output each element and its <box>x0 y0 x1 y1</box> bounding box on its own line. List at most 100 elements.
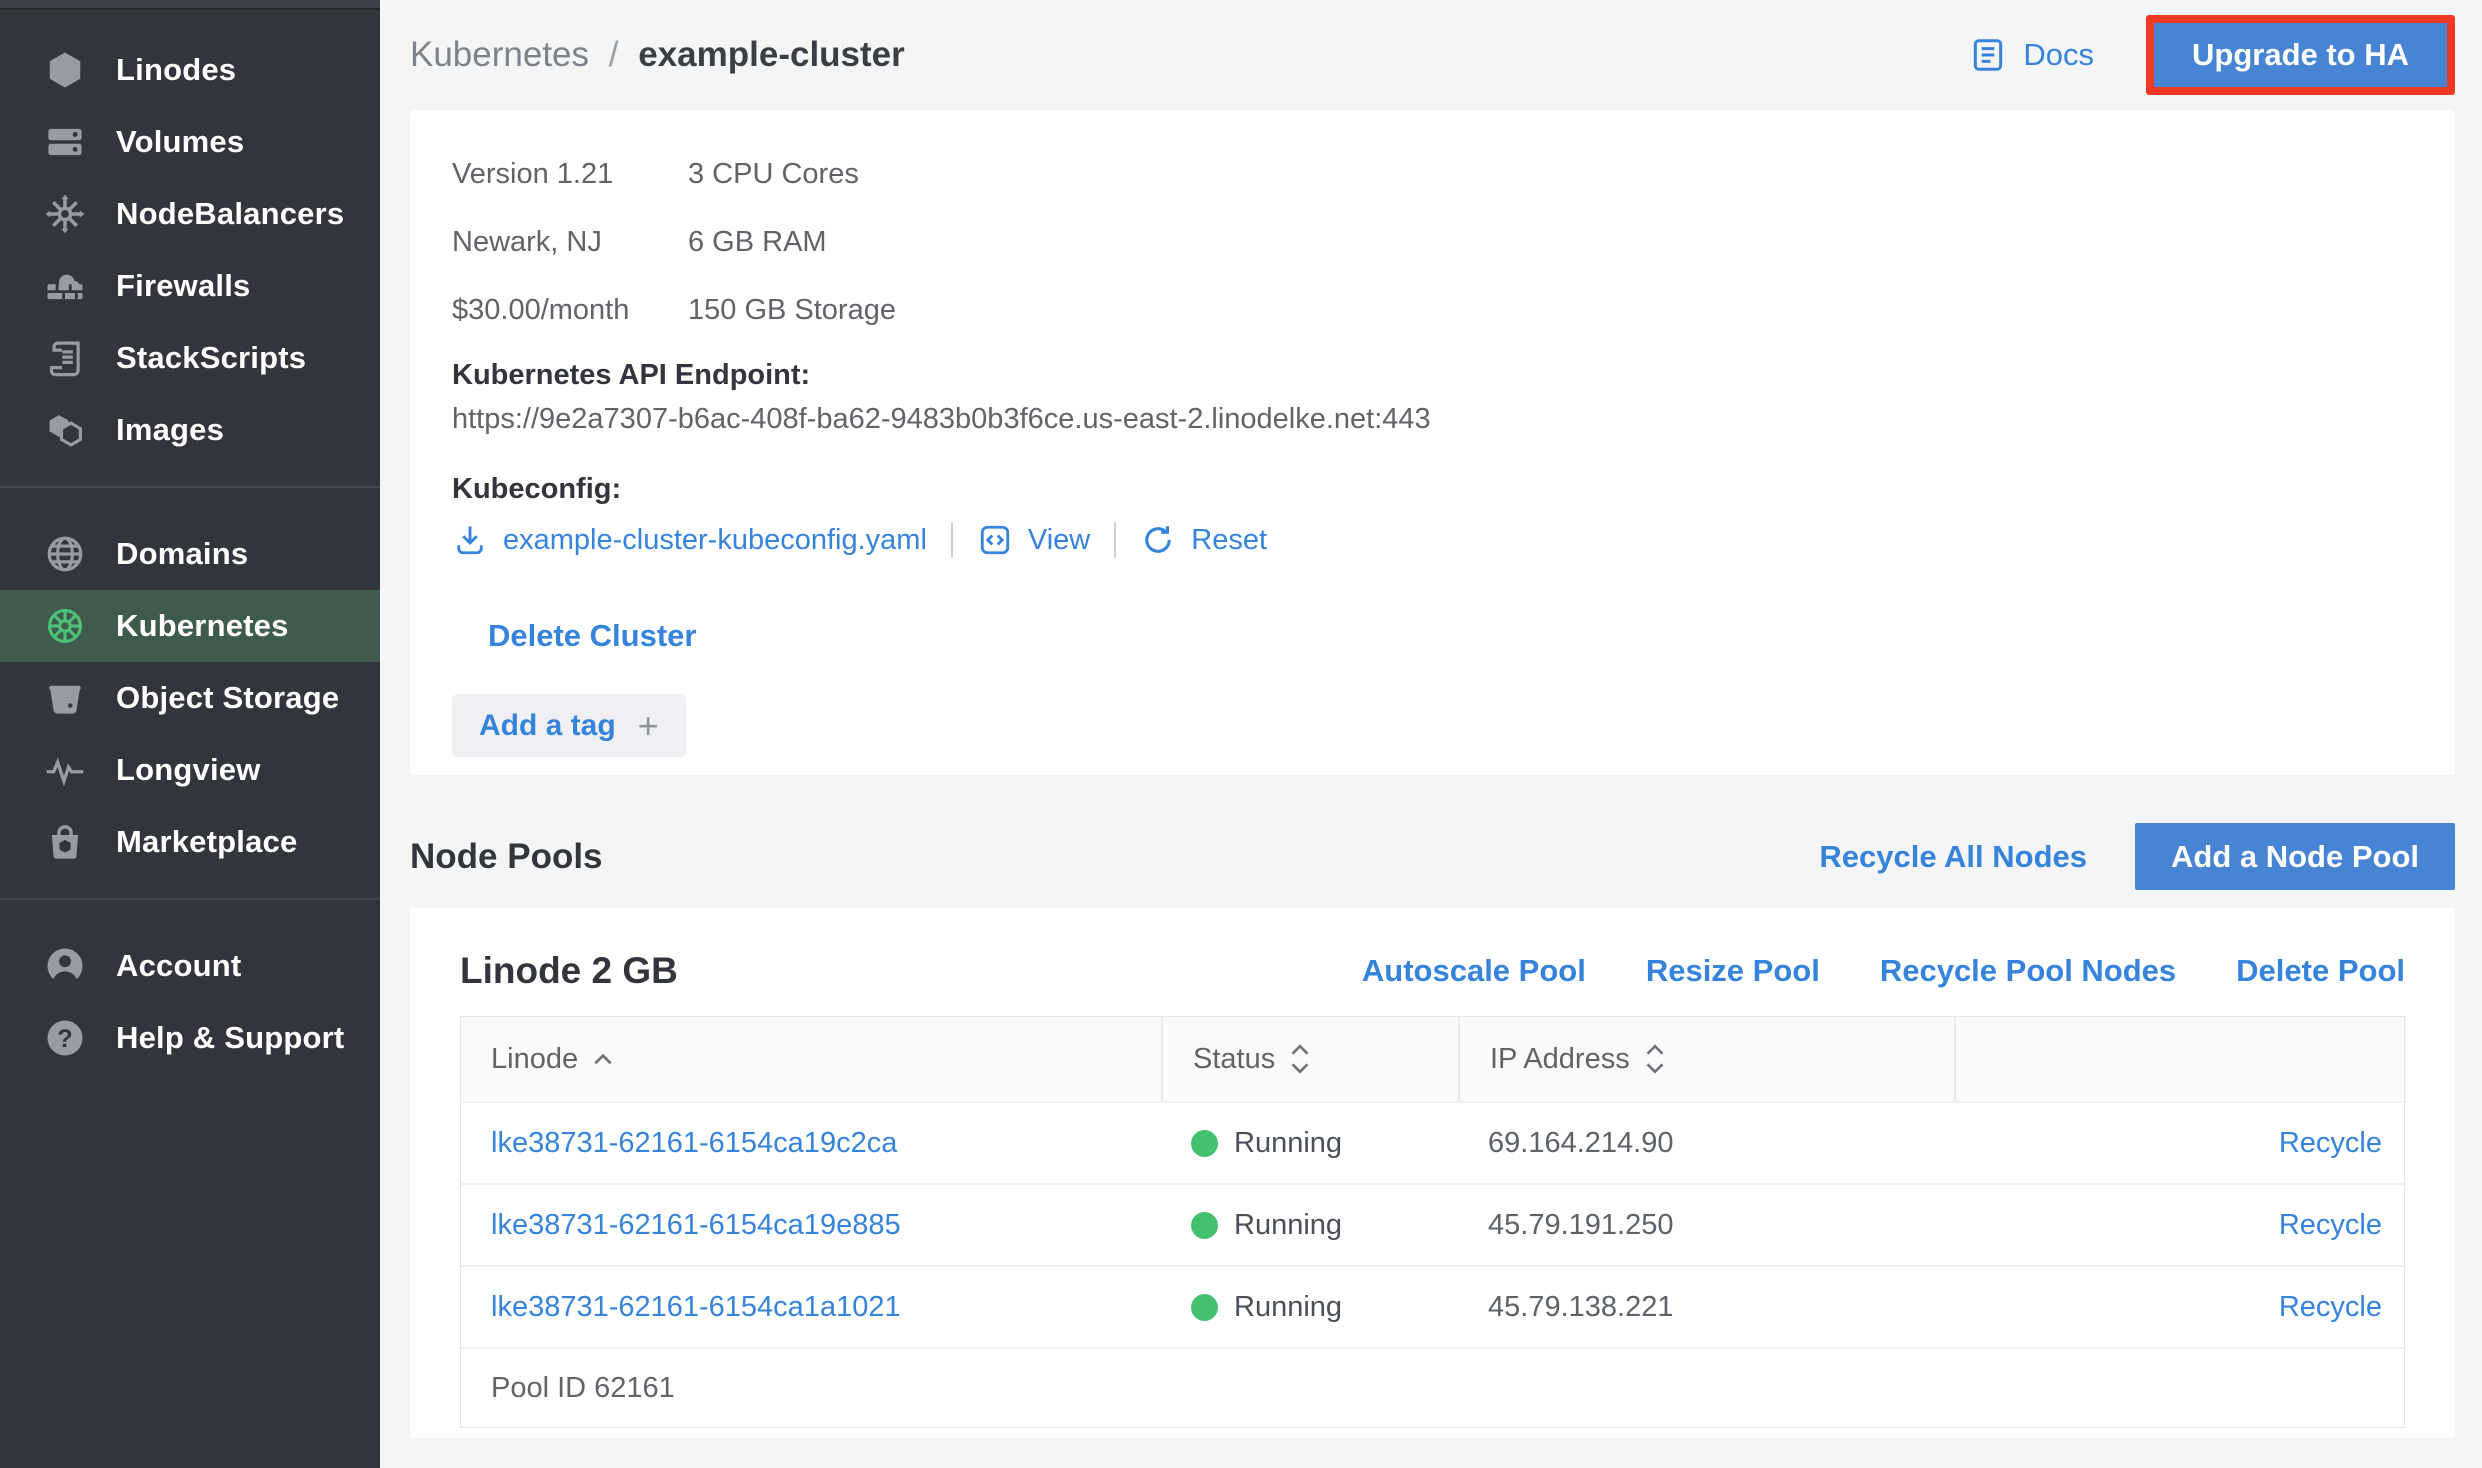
recycle-node-link[interactable]: Recycle <box>1954 1209 2404 1242</box>
column-header-status[interactable]: Status <box>1161 1017 1458 1101</box>
sidebar: Linodes Volumes NodeBalancers Firewalls … <box>0 0 380 1468</box>
sidebar-item-label: Domains <box>116 536 248 572</box>
add-tag-button[interactable]: Add a tag + <box>452 694 686 757</box>
kubeconfig-reset-link[interactable]: Reset <box>1140 522 1267 558</box>
sidebar-divider <box>0 898 380 900</box>
delete-pool-link[interactable]: Delete Pool <box>2236 953 2405 989</box>
sidebar-item-longview[interactable]: Longview <box>0 734 380 806</box>
status-running-dot <box>1191 1212 1218 1239</box>
status-label: Running <box>1234 1127 1342 1160</box>
sidebar-item-label: Object Storage <box>116 680 339 716</box>
sidebar-item-marketplace[interactable]: Marketplace <box>0 806 380 878</box>
sidebar-item-object-storage[interactable]: Object Storage <box>0 662 380 734</box>
bucket-icon <box>42 675 88 721</box>
column-label: IP Address <box>1490 1043 1630 1076</box>
account-icon <box>42 943 88 989</box>
recycle-pool-nodes-link[interactable]: Recycle Pool Nodes <box>1880 953 2176 989</box>
status-cell: Running <box>1161 1127 1458 1160</box>
pool-id-footer: Pool ID 62161 <box>461 1347 2404 1427</box>
delete-cluster-link[interactable]: Delete Cluster <box>488 618 696 654</box>
sidebar-item-stackscripts[interactable]: StackScripts <box>0 322 380 394</box>
column-header-ip[interactable]: IP Address <box>1458 1017 1954 1101</box>
sidebar-divider <box>0 486 380 488</box>
sidebar-item-label: Kubernetes <box>116 608 289 644</box>
sidebar-item-account[interactable]: Account <box>0 930 380 1002</box>
sidebar-section-compute: Linodes Volumes NodeBalancers Firewalls … <box>0 10 380 480</box>
breadcrumb-section-link[interactable]: Kubernetes <box>410 35 589 74</box>
plus-icon: + <box>638 705 659 747</box>
sort-icon <box>1289 1043 1311 1075</box>
linode-icon <box>42 47 88 93</box>
sidebar-item-nodebalancers[interactable]: NodeBalancers <box>0 178 380 250</box>
kubeconfig-actions: example-cluster-kubeconfig.yaml View Res… <box>452 516 2415 564</box>
add-node-pool-button[interactable]: Add a Node Pool <box>2135 823 2455 890</box>
sidebar-top-divider <box>0 0 380 10</box>
node-link[interactable]: lke38731-62161-6154ca19c2ca <box>461 1127 1161 1160</box>
sort-icon <box>1644 1043 1666 1075</box>
globe-icon <box>42 531 88 577</box>
upgrade-to-ha-button[interactable]: Upgrade to HA <box>2154 23 2447 87</box>
sidebar-item-volumes[interactable]: Volumes <box>0 106 380 178</box>
header-actions: Docs Upgrade to HA <box>1969 15 2455 95</box>
annotation-highlight-box: Upgrade to HA <box>2146 15 2455 95</box>
pool-header: Linode 2 GB Autoscale Pool Resize Pool R… <box>460 908 2405 1016</box>
kubeconfig-view-link[interactable]: View <box>977 522 1090 558</box>
docs-link-label: Docs <box>2023 37 2094 73</box>
vertical-divider <box>1114 522 1116 558</box>
sidebar-item-domains[interactable]: Domains <box>0 518 380 590</box>
api-endpoint-url: https://9e2a7307-b6ac-408f-ba62-9483b0b3… <box>452 398 2415 440</box>
cluster-summary-card: Version 1.21 3 CPU Cores Newark, NJ 6 GB… <box>410 110 2455 775</box>
column-label: Linode <box>491 1043 578 1076</box>
node-link[interactable]: lke38731-62161-6154ca1a1021 <box>461 1291 1161 1324</box>
sidebar-item-label: NodeBalancers <box>116 196 344 232</box>
images-icon <box>42 407 88 453</box>
stackscripts-icon <box>42 335 88 381</box>
spec-price: $30.00/month <box>452 276 688 344</box>
pulse-icon <box>42 747 88 793</box>
node-pools-header: Node Pools Recycle All Nodes Add a Node … <box>410 823 2455 890</box>
marketplace-bag-icon <box>42 819 88 865</box>
kubeconfig-reset-label: Reset <box>1191 524 1267 557</box>
sidebar-item-label: Volumes <box>116 124 244 160</box>
column-label: Status <box>1193 1043 1275 1076</box>
sidebar-item-firewalls[interactable]: Firewalls <box>0 250 380 322</box>
resize-pool-link[interactable]: Resize Pool <box>1646 953 1820 989</box>
sidebar-item-label: Firewalls <box>116 268 250 304</box>
pool-actions: Autoscale Pool Resize Pool Recycle Pool … <box>1362 953 2405 989</box>
recycle-node-link[interactable]: Recycle <box>1954 1127 2404 1160</box>
node-pools-actions: Recycle All Nodes Add a Node Pool <box>1819 823 2455 890</box>
view-code-icon <box>977 522 1013 558</box>
column-header-linode[interactable]: Linode <box>461 1017 1161 1101</box>
node-pools-title: Node Pools <box>410 837 603 877</box>
status-cell: Running <box>1161 1291 1458 1324</box>
reset-icon <box>1140 522 1176 558</box>
sidebar-section-services: Domains Kubernetes Object Storage Longvi… <box>0 494 380 892</box>
spec-cpu: 3 CPU Cores <box>688 140 2415 208</box>
sidebar-section-account: Account ? Help & Support <box>0 906 380 1088</box>
docs-link[interactable]: Docs <box>1969 36 2094 74</box>
add-tag-label: Add a tag <box>479 709 616 743</box>
spec-version: Version 1.21 <box>452 140 688 208</box>
ip-address: 69.164.214.90 <box>1458 1127 1954 1160</box>
sidebar-item-label: StackScripts <box>116 340 306 376</box>
table-row: lke38731-62161-6154ca19e885 Running 45.7… <box>461 1183 2404 1265</box>
sort-asc-icon <box>592 1052 614 1067</box>
sidebar-item-linodes[interactable]: Linodes <box>0 34 380 106</box>
kubeconfig-download-link[interactable]: example-cluster-kubeconfig.yaml <box>452 522 927 558</box>
recycle-all-nodes-link[interactable]: Recycle All Nodes <box>1819 839 2087 875</box>
nodebalancers-icon <box>42 191 88 237</box>
node-link[interactable]: lke38731-62161-6154ca19e885 <box>461 1209 1161 1242</box>
autoscale-pool-link[interactable]: Autoscale Pool <box>1362 953 1586 989</box>
sidebar-item-images[interactable]: Images <box>0 394 380 466</box>
docs-icon <box>1969 36 2007 74</box>
kubeconfig-view-label: View <box>1028 524 1090 557</box>
recycle-node-link[interactable]: Recycle <box>1954 1291 2404 1324</box>
table-row: lke38731-62161-6154ca1a1021 Running 45.7… <box>461 1265 2404 1347</box>
download-icon <box>452 522 488 558</box>
sidebar-item-help-support[interactable]: ? Help & Support <box>0 1002 380 1074</box>
sidebar-item-kubernetes[interactable]: Kubernetes <box>0 590 380 662</box>
main-content: Kubernetes / example-cluster Docs Upgrad… <box>380 0 2482 1468</box>
spec-ram: 6 GB RAM <box>688 208 2415 276</box>
breadcrumb-separator: / <box>609 35 619 74</box>
status-running-dot <box>1191 1130 1218 1157</box>
